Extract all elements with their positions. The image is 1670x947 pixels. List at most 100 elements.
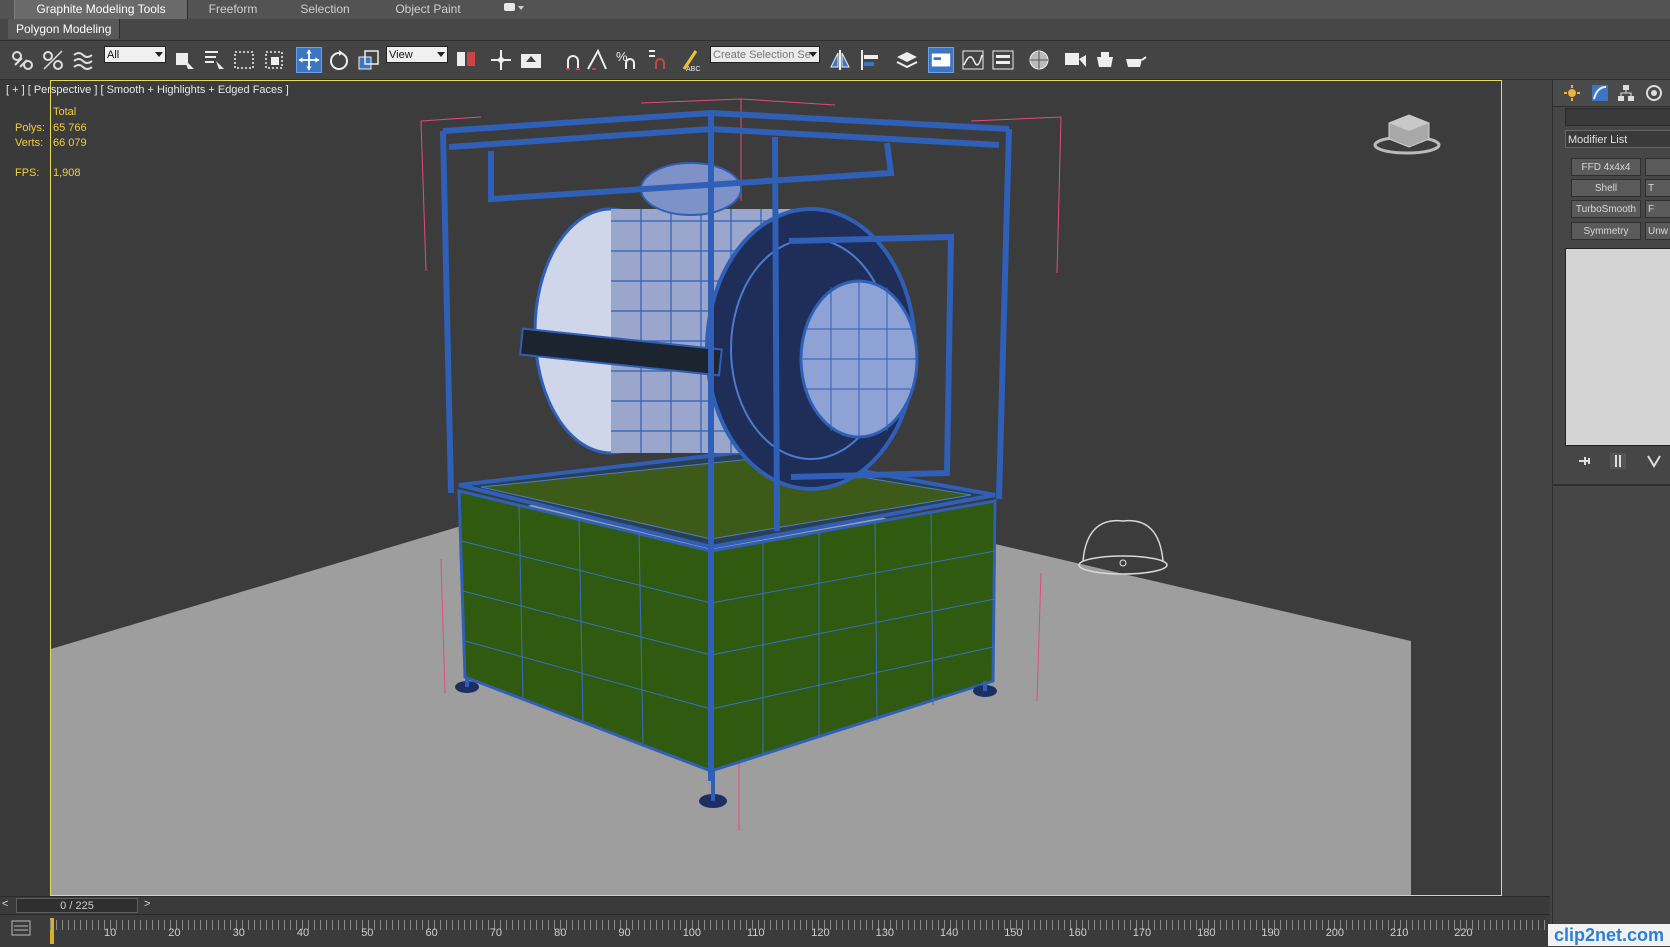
align-icon[interactable] xyxy=(858,47,884,73)
tab-freeform[interactable]: Freeform xyxy=(196,0,270,19)
snaps-toggle-icon[interactable] xyxy=(560,47,586,73)
show-end-result-icon[interactable] xyxy=(1609,452,1627,470)
washer-drum-model[interactable] xyxy=(518,162,919,491)
spinner-snap-icon[interactable] xyxy=(644,47,670,73)
symmetry-button[interactable]: Symmetry xyxy=(1571,222,1641,240)
timeline-tick-label: 160 xyxy=(1068,927,1087,939)
select-and-link-icon[interactable] xyxy=(10,47,36,73)
curve-editor-icon[interactable] xyxy=(960,47,986,73)
object-name-field[interactable] xyxy=(1565,108,1670,126)
perspective-viewport[interactable] xyxy=(50,80,1502,896)
scene-explorer-icon[interactable] xyxy=(928,47,954,73)
hierarchy-tab-icon[interactable] xyxy=(1617,84,1635,102)
timeline-tick-label: 60 xyxy=(425,927,438,939)
turbosmooth-button[interactable]: TurboSmooth xyxy=(1571,200,1641,218)
chevron-down-icon xyxy=(809,52,817,57)
modifier-list-dropdown[interactable]: Modifier List xyxy=(1565,130,1670,148)
time-slider-next-button[interactable]: > xyxy=(144,898,150,910)
window-crossing-icon[interactable] xyxy=(262,47,288,73)
timeline-tick-label: 110 xyxy=(747,927,765,939)
stats-polys-label: Polys: xyxy=(15,122,45,134)
select-and-move-icon[interactable] xyxy=(296,47,322,73)
named-selection-sets-dropdown[interactable]: Create Selection Se xyxy=(710,46,820,63)
tab-object-paint[interactable]: Object Paint xyxy=(380,0,476,19)
stats-fps-label: FPS: xyxy=(15,167,40,179)
make-unique-icon[interactable] xyxy=(1645,452,1663,470)
select-object-icon[interactable] xyxy=(172,47,198,73)
select-and-rotate-icon[interactable] xyxy=(326,47,352,73)
rectangular-selection-icon[interactable] xyxy=(232,47,258,73)
material-editor-icon[interactable] xyxy=(1026,47,1052,73)
modifier-button-right-1[interactable] xyxy=(1645,158,1670,176)
selection-filter-value: All xyxy=(107,49,120,61)
time-slider-thumb[interactable]: 0 / 225 xyxy=(16,898,138,913)
ribbon-tab-bar: Graphite Modeling Tools Freeform Selecti… xyxy=(0,0,1670,20)
timeline-tick-label: 90 xyxy=(618,927,631,939)
unlink-selection-icon[interactable] xyxy=(40,47,66,73)
modify-tab-icon[interactable] xyxy=(1591,84,1609,102)
tab-graphite-modeling-tools[interactable]: Graphite Modeling Tools xyxy=(14,0,188,19)
timeline-tick-label: 20 xyxy=(168,927,181,939)
timeline-tick-label: 10 xyxy=(104,927,117,939)
keyboard-shortcut-override-icon[interactable] xyxy=(518,47,544,73)
schematic-view-icon[interactable] xyxy=(990,47,1016,73)
viewport-label-menu[interactable]: [ + ] [ Perspective ] [ Smooth + Highlig… xyxy=(6,84,289,96)
reference-coordinate-dropdown[interactable]: View xyxy=(386,46,448,63)
tab-selection[interactable]: Selection xyxy=(286,0,364,19)
time-slider-track[interactable] xyxy=(0,896,1550,915)
timeline-tick-label: 210 xyxy=(1390,927,1409,939)
tab-polygon-modeling[interactable]: Polygon Modeling xyxy=(8,19,121,39)
time-slider-prev-button[interactable]: < xyxy=(2,898,8,910)
viewport-safe-frame xyxy=(50,84,51,894)
render-production-icon[interactable] xyxy=(1122,47,1148,73)
selection-filter-dropdown[interactable]: All xyxy=(104,46,166,63)
render-setup-icon[interactable] xyxy=(1062,47,1088,73)
stats-total-label: Total xyxy=(53,106,77,118)
modifier-stack-list[interactable] xyxy=(1565,248,1670,446)
ffd-4x4x4-button[interactable]: FFD 4x4x4 xyxy=(1571,158,1641,176)
pivot-center-icon[interactable] xyxy=(454,47,480,73)
mini-curve-editor-icon[interactable] xyxy=(10,918,32,938)
stats-verts-label: Verts: xyxy=(15,137,44,149)
modifier-button-right-3[interactable]: F xyxy=(1645,200,1670,218)
percent-snap-icon[interactable]: % xyxy=(614,47,640,73)
modifier-stack-controls xyxy=(1565,450,1670,474)
ribbon-options-icon xyxy=(504,3,524,11)
create-tab-icon[interactable] xyxy=(1563,84,1581,102)
pin-stack-icon[interactable] xyxy=(1577,452,1595,470)
motion-tab-icon[interactable] xyxy=(1645,84,1663,102)
timeline-tick-label: 30 xyxy=(232,927,245,939)
command-panel: Modifier List FFD 4x4x4 Shell T TurboSmo… xyxy=(1552,80,1670,924)
timeline-tick-label: 200 xyxy=(1325,927,1345,939)
light-gizmo-icon[interactable] xyxy=(1078,519,1168,575)
angle-snap-icon[interactable] xyxy=(584,47,610,73)
shell-button[interactable]: Shell xyxy=(1571,179,1641,197)
watermark-logo: clip2net.com xyxy=(1548,924,1670,946)
timeline-tick-label: 180 xyxy=(1197,927,1216,939)
svg-text:ABC: ABC xyxy=(686,66,700,73)
edit-named-selection-icon[interactable]: ABC xyxy=(678,47,704,73)
layer-manager-icon[interactable] xyxy=(894,47,920,73)
modifier-button-right-4[interactable]: Unw xyxy=(1645,222,1670,240)
reference-coordinate-value: View xyxy=(389,49,413,61)
select-by-name-icon[interactable] xyxy=(202,47,228,73)
timeline-tick-label: 130 xyxy=(875,927,894,939)
timeline-tick-label: 50 xyxy=(361,927,374,939)
named-selection-placeholder: Create Selection Se xyxy=(713,49,811,61)
mirror-icon[interactable] xyxy=(828,47,854,73)
scene-render xyxy=(51,98,1441,895)
ribbon-options-dropdown[interactable] xyxy=(498,0,528,19)
bind-to-space-warp-icon[interactable] xyxy=(70,47,96,73)
command-panel-tabs xyxy=(1553,80,1670,107)
timeline-tick-label: 170 xyxy=(1132,927,1152,939)
rendered-frame-window-icon[interactable] xyxy=(1092,47,1118,73)
select-and-scale-icon[interactable] xyxy=(356,47,382,73)
stats-fps-value: 1,908 xyxy=(53,167,81,179)
viewcube-icon[interactable] xyxy=(1373,114,1441,155)
select-and-manipulate-icon[interactable] xyxy=(488,47,514,73)
modifier-button-right-2[interactable]: T xyxy=(1645,179,1670,197)
viewport-left-gutter xyxy=(0,80,50,896)
timeline-tick-label: 120 xyxy=(811,927,830,939)
timeline-tick-label: 140 xyxy=(939,927,959,939)
timeline-tick-label: 100 xyxy=(682,927,702,939)
